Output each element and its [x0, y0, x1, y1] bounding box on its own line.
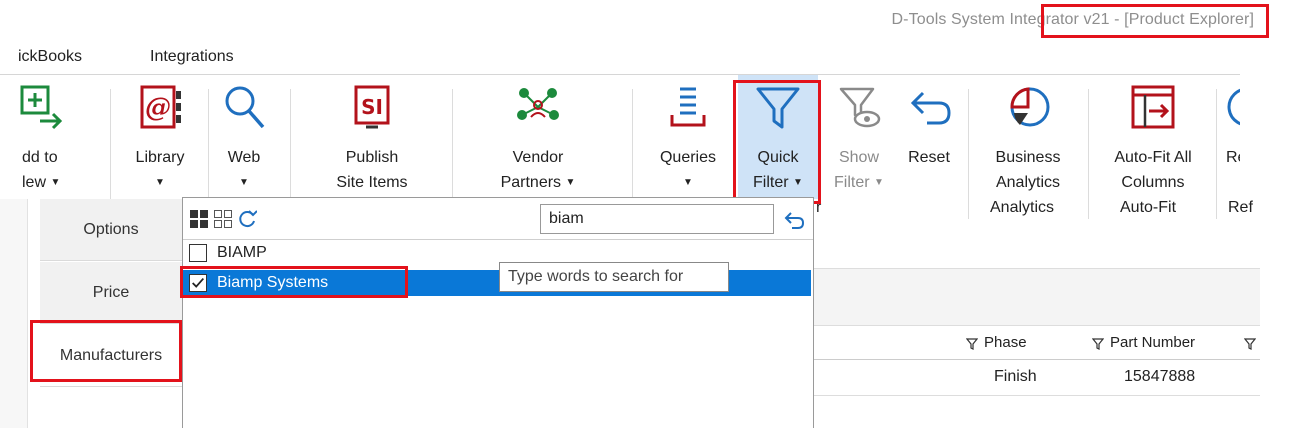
grid-header: Phase Part Number [814, 328, 1260, 360]
tab-manufacturers[interactable]: Manufacturers [40, 325, 182, 387]
grid-row-divider [814, 395, 1260, 396]
product-grid: Phase Part Number Finish 15847888 [814, 222, 1260, 428]
cell-part-number: 15847888 [1124, 368, 1196, 385]
quick-filter-label1: Quick [757, 149, 799, 166]
search-web-icon [225, 86, 265, 129]
web-button[interactable]: Web ▼ [212, 75, 276, 195]
refresh-label: Ref [1226, 149, 1240, 166]
vendor-label2: Partners [500, 174, 562, 191]
caret-library: ▼ [155, 177, 165, 188]
group-label-stray: r [816, 199, 822, 216]
checkbox-unchecked[interactable] [189, 244, 207, 262]
title-bar: D-Tools System Integrator v21 - [Product… [0, 0, 1298, 46]
reset-label: Reset [908, 149, 950, 166]
vendor-label1: Vendor [512, 149, 564, 166]
column-header-phase[interactable]: Phase [984, 334, 1027, 351]
ribbon-separator [968, 89, 969, 219]
quick-filter-dropdown: BIAMP Biamp Systems [182, 197, 814, 428]
deselect-all-icon[interactable] [213, 209, 233, 229]
column-filter-icon[interactable] [1244, 338, 1256, 350]
show-filter-label1: Show [838, 149, 880, 166]
reset-button[interactable]: Reset [898, 75, 960, 195]
library-label: Library [135, 149, 185, 166]
list-item-label: BIAMP [217, 244, 267, 261]
menu-integrations[interactable]: Integrations [150, 48, 234, 66]
refresh-list-icon[interactable] [237, 209, 257, 229]
menu-bar: ickBooks Integrations [0, 46, 1298, 74]
filter-side-tabs: Options Price Manufacturers [30, 199, 182, 428]
caret-show-filter: ▼ [874, 177, 884, 188]
funnel-icon [756, 87, 800, 129]
show-filter-button[interactable]: Show Filter ▼ [824, 75, 894, 195]
caret-web: ▼ [239, 177, 249, 188]
queries-icon [670, 87, 706, 127]
caret-vendor: ▼ [565, 177, 576, 188]
publish-si-icon: SI [354, 85, 390, 129]
library-button[interactable]: @ Library ▼ [122, 75, 198, 195]
clear-search-undo-icon[interactable] [781, 208, 805, 232]
autofit-label2: Columns [1121, 174, 1185, 191]
quick-filter-button[interactable]: Quick Filter ▼ [738, 75, 818, 199]
list-item-label: Biamp Systems [217, 274, 329, 291]
vendor-partners-button[interactable]: Vendor Partners ▼ [482, 75, 594, 195]
column-header-part-number[interactable]: Part Number [1110, 334, 1195, 351]
ribbon-separator [1216, 89, 1217, 219]
add-to-new-button[interactable]: dd to lew ▼ [0, 75, 92, 195]
undo-icon [910, 91, 951, 125]
queries-label: Queries [659, 149, 717, 166]
publish-label1: Publish [345, 149, 399, 166]
ribbon-separator [1088, 89, 1089, 219]
add-to-new-icon [20, 85, 63, 130]
column-filter-icon[interactable] [1092, 338, 1104, 350]
dropdown-toolbar [183, 198, 813, 240]
group-label-autofit: Auto-Fit [1120, 199, 1177, 216]
cell-phase: Finish [994, 368, 1037, 385]
publish-label2: Site Items [336, 174, 408, 191]
group-label-analytics: Analytics [990, 199, 1055, 216]
autofit-label1: Auto-Fit All [1114, 149, 1192, 166]
refresh-icon [1227, 88, 1240, 126]
select-all-icon[interactable] [189, 209, 209, 229]
business-label1: Business [995, 149, 1061, 166]
grid-group-band [814, 268, 1260, 326]
vendor-partners-icon [517, 88, 559, 120]
show-filter-label2: Filter [834, 174, 870, 191]
svg-text:SI: SI [361, 95, 383, 119]
business-label2: Analytics [995, 174, 1061, 191]
add-to-new-label2: lew [22, 174, 47, 191]
queries-button[interactable]: Queries ▼ [650, 75, 726, 195]
column-filter-icon[interactable] [966, 338, 978, 350]
business-analytics-button[interactable]: Business Analytics [978, 75, 1078, 195]
tab-options[interactable]: Options [40, 199, 182, 261]
left-edge-panel [0, 199, 28, 428]
filter-search-input[interactable] [540, 204, 774, 234]
tab-price[interactable]: Price [40, 262, 182, 324]
auto-fit-icon [1131, 85, 1175, 129]
pie-chart-icon [1010, 87, 1050, 127]
refresh-button[interactable]: Ref [1226, 75, 1240, 195]
caret-quick-filter: ▼ [793, 177, 803, 188]
caret-add: ▼ [50, 177, 61, 188]
checkmark-icon [192, 277, 204, 288]
web-label: Web [227, 149, 261, 166]
svg-text:@: @ [145, 93, 171, 123]
publish-site-items-button[interactable]: SI Publish Site Items [320, 75, 424, 195]
show-filter-icon [839, 87, 881, 128]
add-to-new-label1: dd to [22, 149, 58, 166]
auto-fit-all-columns-button[interactable]: Auto-Fit All Columns [1096, 75, 1210, 195]
quick-filter-label2: Filter [753, 174, 789, 191]
caret-queries: ▼ [683, 177, 693, 188]
window-title: D-Tools System Integrator v21 - [Product… [891, 11, 1254, 28]
group-label-ref: Ref [1228, 199, 1253, 216]
library-icon: @ [140, 85, 181, 129]
menu-quickbooks[interactable]: ickBooks [18, 48, 82, 66]
checkbox-checked[interactable] [189, 274, 207, 292]
search-tooltip: Type words to search for [499, 262, 729, 292]
